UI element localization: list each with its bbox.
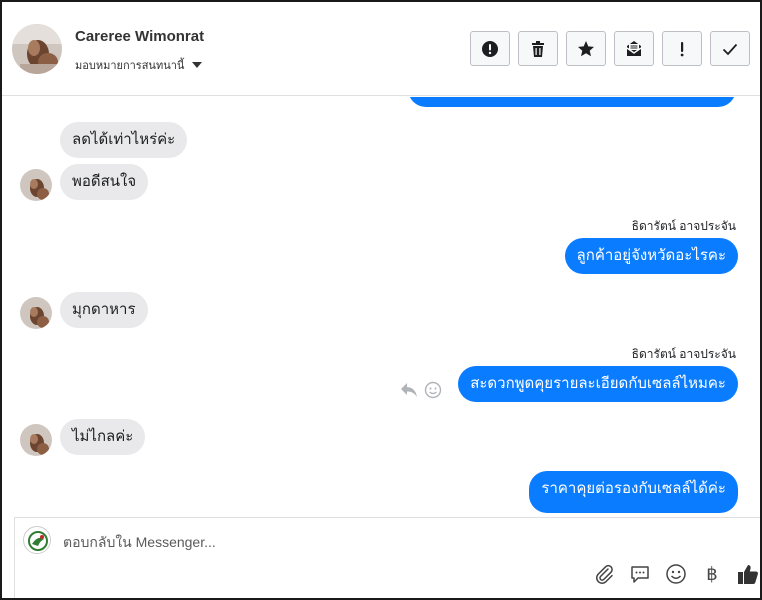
smiley-icon[interactable] xyxy=(424,381,442,399)
payment-button[interactable]: ฿ xyxy=(701,563,723,585)
contact-avatar-small xyxy=(20,297,52,329)
contact-avatar[interactable] xyxy=(12,24,62,74)
message-outgoing-cut[interactable] xyxy=(408,97,736,107)
star-button[interactable] xyxy=(566,31,606,66)
message-incoming[interactable]: พอดีสนใจ xyxy=(60,164,149,200)
message-outgoing[interactable]: สะดวกพูดคุยรายละเอียดกับเซลล์ไหมคะ xyxy=(458,366,738,402)
messenger-conversation-panel: Careree Wimonrat มอบหมายการสนทนานี้ ลดได… xyxy=(0,0,762,600)
check-icon xyxy=(722,43,738,55)
conversation-header: Careree Wimonrat มอบหมายการสนทนานี้ xyxy=(2,2,760,96)
trash-icon xyxy=(532,40,544,57)
message-outgoing[interactable]: ลูกค้าอยู่จังหวัดอะไรคะ xyxy=(564,238,738,274)
caret-down-icon xyxy=(192,62,203,68)
chat-bubble-icon xyxy=(631,566,649,583)
sender-name: ธิดารัตน์ อาจประจัน xyxy=(631,219,736,233)
composer-tools: ฿ xyxy=(593,563,759,585)
message-tools xyxy=(400,381,442,399)
smiley-icon xyxy=(666,564,686,584)
envelope-icon xyxy=(626,40,642,56)
delete-button[interactable] xyxy=(518,31,558,66)
paperclip-icon xyxy=(596,564,613,584)
star-icon xyxy=(578,40,594,56)
page-logo xyxy=(23,526,51,554)
sender-name: ธิดารัตน์ อาจประจัน xyxy=(631,347,736,361)
done-button[interactable] xyxy=(710,31,750,66)
baht-icon: ฿ xyxy=(706,563,718,585)
message-incoming[interactable]: ลดได้เท่าไหร่ค่ะ xyxy=(60,122,188,158)
message-thread[interactable]: ลดได้เท่าไหร่ค่ะ พอดีสนใจ ธิดารัตน์ อาจป… xyxy=(2,97,760,517)
alert-circle-icon xyxy=(482,40,498,57)
conversation-actions xyxy=(470,31,750,66)
contact-avatar-small xyxy=(20,169,52,201)
reply-composer: ฿ xyxy=(14,517,760,598)
mark-unread-button[interactable] xyxy=(614,31,654,66)
saved-replies-button[interactable] xyxy=(629,563,651,585)
reply-arrow-icon[interactable] xyxy=(400,382,418,398)
exclamation-icon xyxy=(680,41,684,56)
thumbs-up-icon xyxy=(738,565,758,584)
contact-name[interactable]: Careree Wimonrat xyxy=(75,28,204,45)
message-outgoing[interactable]: ราคาคุยต่อรองกับเซลล์ได้ค่ะ xyxy=(529,471,738,513)
message-incoming[interactable]: มุกดาหาร xyxy=(60,292,148,328)
emoji-button[interactable] xyxy=(665,563,687,585)
contact-avatar-small xyxy=(20,424,52,456)
message-incoming[interactable]: ไม่ไกลค่ะ xyxy=(60,419,146,455)
assign-label: มอบหมายการสนทนานี้ xyxy=(75,60,185,72)
reply-input[interactable] xyxy=(63,530,663,554)
follow-up-button[interactable] xyxy=(662,31,702,66)
attach-button[interactable] xyxy=(593,563,615,585)
like-button[interactable] xyxy=(737,563,759,585)
spam-button[interactable] xyxy=(470,31,510,66)
assign-conversation-dropdown[interactable]: มอบหมายการสนทนานี้ xyxy=(75,56,203,74)
